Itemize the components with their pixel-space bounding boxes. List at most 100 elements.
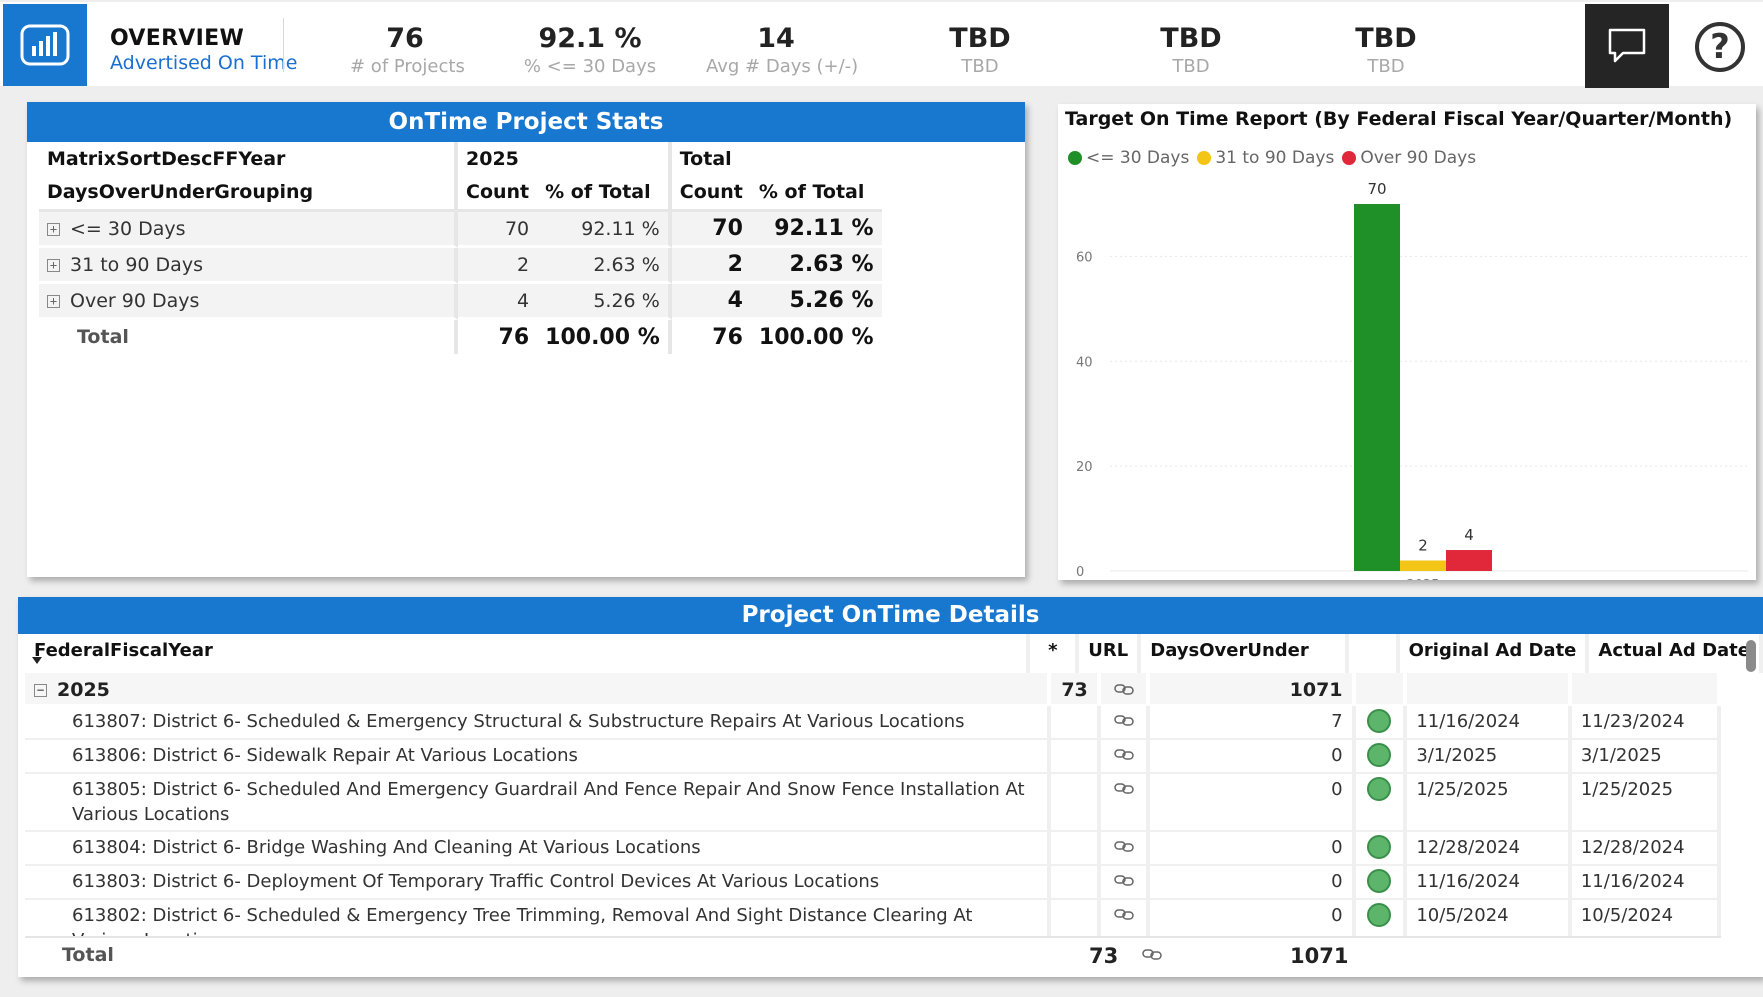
column-header-count[interactable]: Count — [458, 175, 538, 212]
project-name: 613806: District 6- Sidewalk Repair At V… — [25, 740, 1051, 774]
chart-plot: 0 20 40 60 70 2 4 2025 — [1076, 180, 1748, 580]
legend-item[interactable]: 31 to 90 Days — [1197, 148, 1334, 168]
chat-icon — [1608, 28, 1646, 63]
details-total-label: Total — [62, 944, 114, 966]
days-cell: 7 — [1150, 706, 1356, 740]
column-header-total-count[interactable]: Count — [671, 175, 751, 212]
link-icon — [1113, 783, 1134, 794]
kpi-label: TBD — [1367, 56, 1405, 77]
row-label: +31 to 90 Days — [39, 248, 458, 284]
project-name: 613802: District 6- Scheduled & Emergenc… — [25, 900, 1051, 936]
expand-icon[interactable]: + — [47, 294, 60, 308]
kpi-value: TBD — [949, 23, 1011, 54]
project-name: 613803: District 6- Deployment Of Tempor… — [25, 866, 1051, 900]
status-dot-icon — [1367, 777, 1392, 801]
days-cell: 0 — [1150, 866, 1356, 900]
column-header-year[interactable]: 2025 — [458, 142, 672, 175]
original-date-cell: 11/16/2024 — [1407, 706, 1572, 740]
legend-item[interactable]: <= 30 Days — [1068, 148, 1189, 168]
table-row: 613803: District 6- Deployment Of Tempor… — [25, 866, 1721, 900]
column-header-actual-ad-date[interactable]: Actual Ad Date — [1589, 634, 1763, 673]
column-header-fiscal-year[interactable]: FederalFiscalYear — [25, 634, 1031, 673]
stats-panel-title: OnTime Project Stats — [27, 102, 1025, 142]
cell-total-pct: 2.63 % — [750, 248, 882, 284]
status-cell — [1355, 866, 1408, 900]
column-header-original-ad-date[interactable]: Original Ad Date — [1400, 634, 1590, 673]
row-label-text: Over 90 Days — [70, 289, 200, 312]
status-dot-icon — [1367, 743, 1392, 767]
details-total-url[interactable] — [1142, 944, 1162, 966]
details-table-body[interactable]: −2025 73 1071 613807: District 6- Schedu… — [25, 673, 1721, 936]
url-cell[interactable] — [1100, 706, 1151, 740]
cell-total-pct: 92.11 % — [750, 212, 882, 248]
y-tick-label: 20 — [1076, 460, 1093, 475]
url-cell[interactable] — [1100, 774, 1151, 832]
y-tick-label: 0 — [1076, 565, 1084, 580]
column-header-pct[interactable]: % of Total — [537, 175, 672, 212]
column-header-url[interactable]: URL — [1079, 634, 1142, 673]
kpi-label: Avg # Days (+/-) — [706, 56, 859, 77]
page-title-block: OVERVIEW Advertised On Time — [110, 26, 297, 74]
status-dot-icon — [1367, 903, 1392, 927]
details-scrollbar[interactable] — [1744, 634, 1758, 934]
column-header-days-over-under[interactable]: DaysOverUnder — [1141, 634, 1350, 673]
column-header-total[interactable]: Total — [671, 142, 882, 175]
column-header-total-pct[interactable]: % of Total — [750, 175, 882, 212]
page-title: OVERVIEW — [110, 26, 245, 51]
row-header-grouping[interactable]: DaysOverUnderGrouping — [39, 175, 458, 212]
url-cell[interactable] — [1100, 832, 1151, 866]
kpi-tbd-1: TBD TBD — [930, 22, 1030, 78]
column-header-status[interactable] — [1349, 634, 1400, 673]
legend-dot-icon — [1342, 151, 1357, 165]
scrollbar-thumb[interactable] — [1746, 640, 1756, 672]
actual-date-cell: 3/1/2025 — [1571, 740, 1721, 774]
project-name: 613807: District 6- Scheduled & Emergenc… — [25, 706, 1051, 740]
chat-button[interactable] — [1585, 4, 1669, 88]
table-row: 613804: District 6- Bridge Washing And C… — [25, 832, 1721, 866]
cell-count: 4 — [458, 284, 538, 320]
days-cell: 0 — [1150, 832, 1356, 866]
details-total-row: Total 73 1071 — [25, 936, 1721, 974]
kpi-avg-days: 14 Avg # Days (+/-) — [706, 22, 859, 78]
cell-total-count: 70 — [671, 212, 751, 248]
collapse-icon[interactable]: − — [34, 684, 47, 697]
expand-icon[interactable]: + — [47, 222, 60, 236]
row-header-year[interactable]: MatrixSortDescFFYear — [39, 142, 458, 175]
group-star: 73 — [1050, 673, 1101, 706]
group-label: −2025 — [25, 673, 1051, 706]
grand-total-count: 76 — [671, 320, 751, 354]
url-cell[interactable] — [1100, 900, 1151, 936]
cell-total-pct: 5.26 % — [750, 284, 882, 320]
row-label-text: <= 30 Days — [70, 217, 186, 240]
help-button[interactable]: ? — [1695, 22, 1745, 72]
table-row: 613807: District 6- Scheduled & Emergenc… — [25, 706, 1721, 740]
kpi-label: % <= 30 Days — [523, 56, 657, 77]
matrix-total-row: Total 76 100.00 % 76 100.00 % — [39, 320, 882, 354]
original-date-cell: 12/28/2024 — [1407, 832, 1572, 866]
url-cell[interactable] — [1100, 866, 1151, 900]
cell-pct: 5.26 % — [537, 284, 672, 320]
group-url[interactable] — [1100, 673, 1151, 706]
total-pct: 100.00 % — [537, 320, 672, 354]
report-logo[interactable] — [3, 4, 87, 86]
kpi-value: 14 — [757, 23, 795, 54]
status-dot-icon — [1367, 835, 1392, 859]
group-orig — [1407, 673, 1572, 706]
bar-31-to-90-days — [1400, 560, 1446, 571]
sort-descending-icon[interactable] — [32, 657, 42, 664]
data-label: 2 — [1418, 537, 1428, 555]
ontime-details-panel: Project OnTime Details FederalFiscalYear… — [18, 597, 1763, 977]
details-total-star: 73 — [1089, 944, 1119, 968]
project-name: 613805: District 6- Scheduled And Emerge… — [25, 774, 1051, 832]
table-row: 613805: District 6- Scheduled And Emerge… — [25, 774, 1721, 832]
legend-dot-icon — [1068, 151, 1082, 165]
link-icon — [1142, 949, 1162, 960]
expand-icon[interactable]: + — [47, 258, 60, 272]
url-cell[interactable] — [1100, 740, 1151, 774]
details-panel-title: Project OnTime Details — [18, 597, 1763, 634]
column-header-star[interactable]: * — [1030, 634, 1080, 673]
page-subtitle[interactable]: Advertised On Time — [110, 52, 297, 74]
grand-total-pct: 100.00 % — [750, 320, 882, 354]
kpi-label: TBD — [961, 56, 999, 77]
legend-item[interactable]: Over 90 Days — [1342, 148, 1476, 168]
